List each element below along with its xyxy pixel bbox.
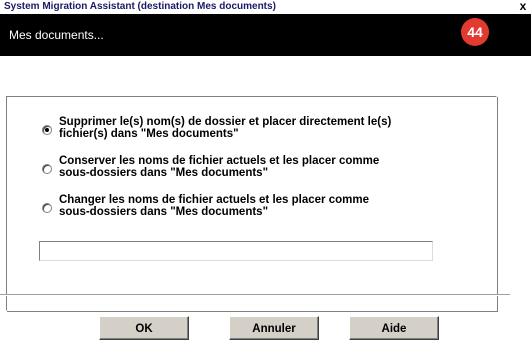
option-1-radio-wrap[interactable] [42,121,52,135]
ok-button[interactable]: OK [99,316,189,340]
option-2-label-line-2: sous-dossiers dans "Mes documents" [59,167,269,179]
option-2-radio-wrap[interactable] [42,160,52,174]
help-button[interactable]: Aide [349,316,439,340]
option-3-label-line-1: Changer les noms de fichier actuels et l… [59,194,369,206]
options-layer: Supprimer le(s) nom(s) de dossier et pla… [0,0,531,350]
destination-name-input[interactable] [39,241,433,261]
radio-option-3-button[interactable] [42,203,52,213]
option-3-label-line-2: sous-dossiers dans "Mes documents" [59,206,269,218]
option-3-label[interactable]: Changer les noms de fichier actuels et l… [59,194,459,218]
option-1-label[interactable]: Supprimer le(s) nom(s) de dossier et pla… [59,116,459,140]
option-1-label-line-2: fichier(s) dans "Mes documents" [59,128,239,140]
option-3-radio-wrap[interactable] [42,199,52,213]
footer-separator [0,294,510,296]
radio-option-2-button[interactable] [42,164,52,174]
option-1-label-line-1: Supprimer le(s) nom(s) de dossier et pla… [59,116,392,128]
cancel-button[interactable]: Annuler [229,316,319,340]
radio-option-1-button[interactable] [42,125,52,135]
option-2-label-line-1: Conserver les noms de fichier actuels et… [59,155,380,167]
option-2-label[interactable]: Conserver les noms de fichier actuels et… [59,155,459,179]
